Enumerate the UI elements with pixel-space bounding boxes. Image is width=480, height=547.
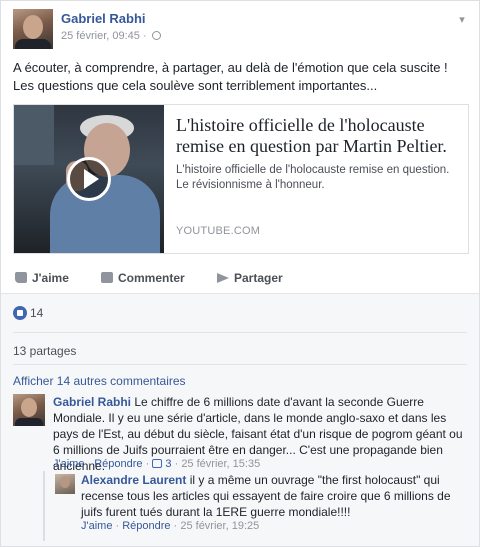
comment-icon	[101, 272, 113, 283]
video-thumbnail[interactable]	[14, 105, 164, 253]
reply-thread-line	[43, 471, 45, 541]
facebook-post: Gabriel Rabhi 25 février, 09:45 · ▾ A éc…	[0, 0, 480, 547]
comment-likes-count[interactable]: 3	[165, 458, 171, 470]
post-actions: J'aime Commenter Partager	[13, 269, 469, 289]
share-label: Partager	[234, 271, 283, 285]
divider	[13, 364, 467, 365]
timestamp-text[interactable]: 25 février, 09:45 ·	[61, 30, 147, 42]
comment-body: Alexandre Laurent il y a même un ouvrage…	[81, 472, 467, 520]
comment-author[interactable]: Gabriel Rabhi	[53, 395, 131, 409]
comment-time[interactable]: 25 février, 19:25	[180, 520, 259, 532]
post-text: A écouter, à comprendre, à partager, au …	[13, 60, 448, 93]
comment-time[interactable]: 25 février, 15:35	[181, 458, 260, 470]
author-avatar[interactable]	[13, 9, 53, 49]
comment-avatar[interactable]	[55, 474, 75, 494]
view-more-comments[interactable]: Afficher 14 autres commentaires	[13, 374, 186, 388]
divider	[13, 332, 467, 333]
comment-meta: J'aime · Répondre · 3 · 25 février, 15:3…	[53, 458, 261, 470]
play-icon[interactable]	[67, 157, 111, 201]
comment-like-link[interactable]: J'aime	[81, 520, 112, 532]
post-author[interactable]: Gabriel Rabhi	[61, 11, 146, 26]
comment-button[interactable]: Commenter	[101, 271, 185, 285]
comment-reply-link[interactable]: Répondre	[94, 458, 142, 470]
post-timestamp[interactable]: 25 février, 09:45 ·	[61, 30, 161, 42]
link-source: YOUTUBE.COM	[176, 225, 261, 237]
thumbs-up-icon	[15, 272, 27, 283]
link-preview-card[interactable]: L'histoire officielle de l'holocauste re…	[13, 104, 469, 254]
comment-reply-link[interactable]: Répondre	[122, 520, 170, 532]
globe-icon	[151, 31, 161, 40]
like-button[interactable]: J'aime	[15, 271, 69, 285]
likes-count[interactable]: 14	[30, 306, 43, 320]
comment: Gabriel Rabhi Le chiffre de 6 millions d…	[13, 394, 469, 474]
reply-comment: Alexandre Laurent il y a même un ouvrage…	[47, 472, 469, 542]
shares-count[interactable]: 13 partages	[13, 344, 76, 358]
likes-summary[interactable]: 14	[13, 306, 43, 324]
post-footer: 14 13 partages Afficher 14 autres commen…	[1, 293, 479, 546]
post-header: Gabriel Rabhi 25 février, 09:45 · ▾	[13, 9, 469, 49]
link-title[interactable]: L'histoire officielle de l'holocauste re…	[176, 115, 462, 157]
comment-author[interactable]: Alexandre Laurent	[81, 473, 186, 487]
share-arrow-icon	[217, 273, 229, 283]
comment-meta: J'aime · Répondre · 25 février, 19:25	[81, 520, 260, 532]
thumbs-up-icon	[152, 459, 163, 468]
share-button[interactable]: Partager	[217, 271, 283, 285]
like-reaction-icon	[13, 306, 27, 320]
link-description: L'histoire officielle de l'holocauste re…	[176, 164, 450, 191]
like-label: J'aime	[32, 271, 69, 285]
comment-avatar[interactable]	[13, 394, 45, 426]
comment-like-link[interactable]: J'aime	[53, 458, 84, 470]
chevron-down-icon[interactable]: ▾	[455, 13, 469, 26]
comment-label: Commenter	[118, 271, 185, 285]
